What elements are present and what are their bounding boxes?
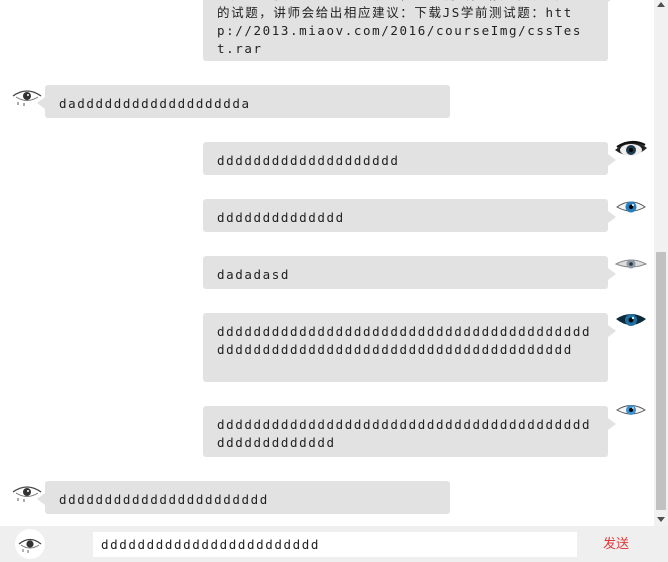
chat-message-bubble: dadadasd (203, 256, 616, 289)
eye-avatar-icon (18, 538, 42, 553)
eye-avatar-icon (616, 201, 646, 213)
eye-avatar-icon (616, 405, 646, 415)
scrollbar-thumb[interactable] (656, 252, 666, 510)
chat-message-bubble: ddddddddddddddddddddddd (37, 481, 450, 514)
chat-message-bubble: dadddddddddddddddddda (37, 85, 450, 118)
scroll-up-arrow-icon[interactable] (657, 2, 665, 7)
chat-message-bubble: dddddddddddddddddddddddddddddddddddddddd… (203, 313, 616, 382)
user-avatar (15, 529, 45, 559)
send-button[interactable]: 发送 (594, 532, 638, 557)
eye-avatar-icon (615, 140, 647, 156)
chat-message-bubble: 这是一个很长的系统提示消息，用于测试，请在下方提交你的试题，讲师会给出相应建议：… (203, 0, 616, 61)
chat-message-bubble: dddddddddddddddddddd (203, 142, 616, 175)
composer-bar: 发送 (0, 526, 668, 562)
eye-avatar-icon (616, 314, 646, 326)
chat-scrollbar[interactable] (654, 0, 668, 526)
chat-message-list[interactable]: 这是一个很长的系统提示消息，用于测试，请在下方提交你的试题，讲师会给出相应建议：… (0, 0, 668, 526)
chat-message-bubble: dddddddddddddd (203, 199, 616, 232)
eye-avatar-icon (614, 259, 648, 269)
chat-message-bubble: dddddddddddddddddddddddddddddddddddddddd… (203, 406, 616, 457)
message-input[interactable] (93, 532, 577, 557)
scroll-down-arrow-icon[interactable] (657, 517, 665, 522)
